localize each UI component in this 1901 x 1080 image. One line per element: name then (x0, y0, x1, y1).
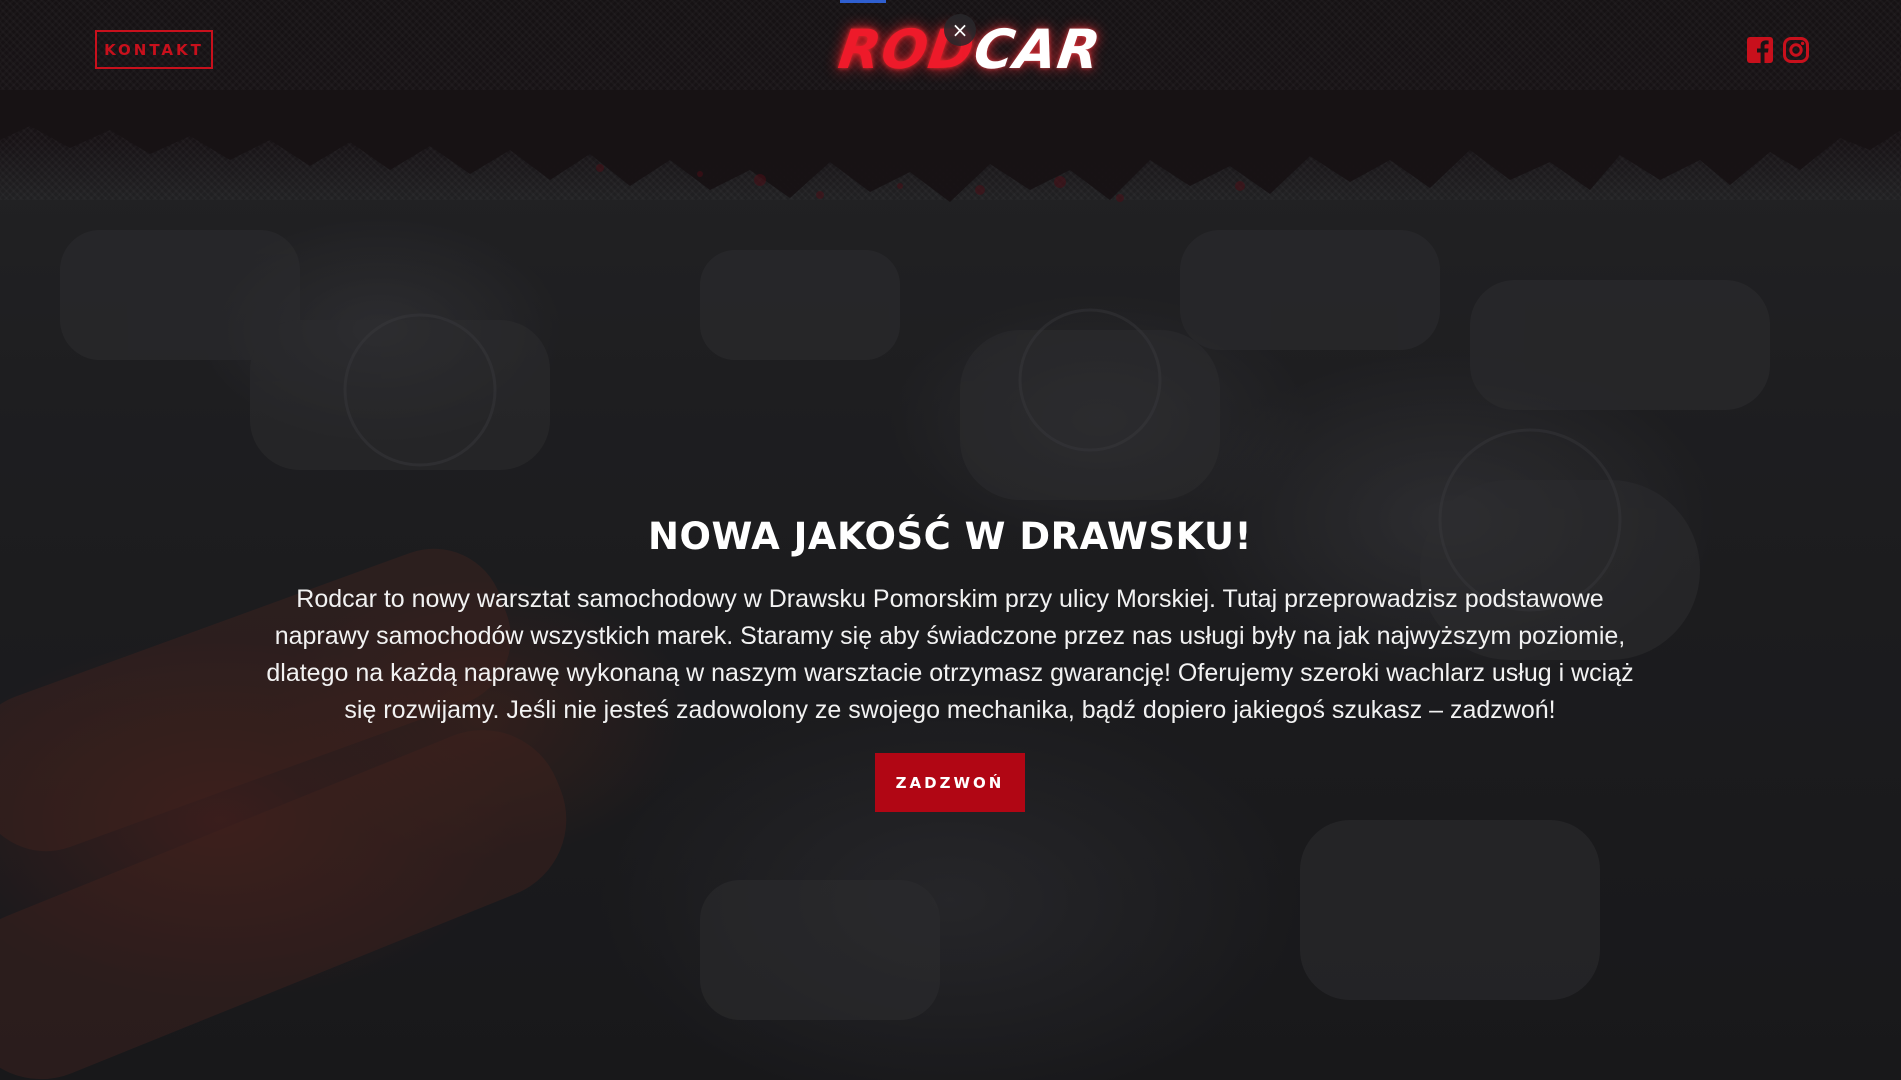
page: KONTAKT ROD CAR × NOWA JAKOŚĆ W DRAWSKU! … (0, 0, 1901, 1080)
instagram-icon[interactable] (1782, 36, 1810, 64)
logo-accent-bar (840, 0, 886, 3)
hero-section: NOWA JAKOŚĆ W DRAWSKU! Rodcar to nowy wa… (240, 515, 1660, 813)
hero-description: Rodcar to nowy warsztat samochodowy w Dr… (266, 585, 1634, 725)
logo-text-car: CAR (970, 17, 1106, 81)
close-button[interactable]: × (944, 14, 976, 46)
facebook-icon[interactable] (1746, 36, 1774, 64)
contact-button[interactable]: KONTAKT (95, 30, 213, 69)
grunge-edge-decoration (0, 90, 1901, 202)
call-button[interactable]: ZADZWOŃ (875, 753, 1025, 813)
hero-title: NOWA JAKOŚĆ W DRAWSKU! (648, 515, 1252, 558)
social-links (1746, 36, 1810, 64)
